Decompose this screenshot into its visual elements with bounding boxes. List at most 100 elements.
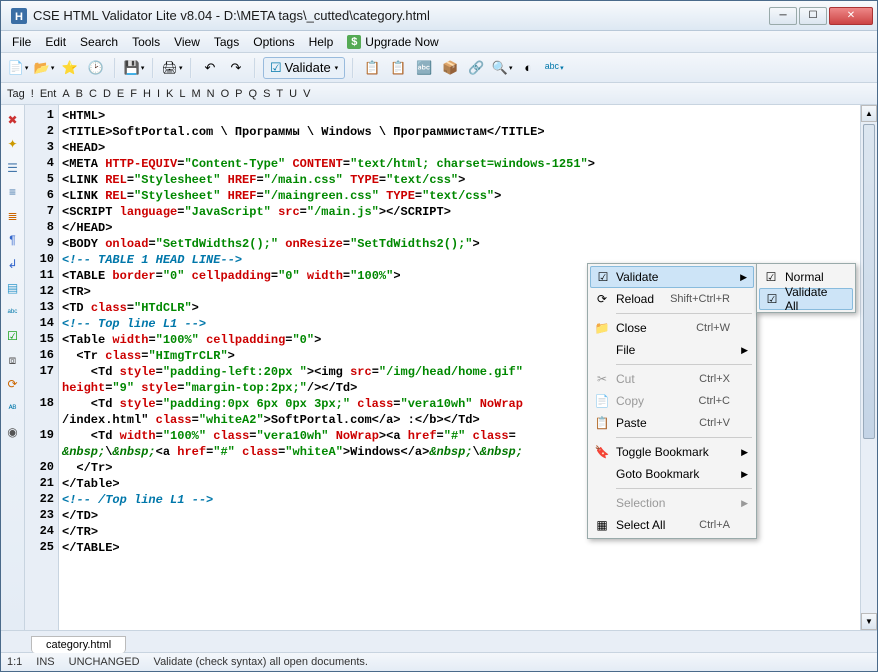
print-button[interactable]: 🖨▾ <box>161 57 183 79</box>
tool-g-button[interactable]: ◐ <box>517 57 539 79</box>
tag-i[interactable]: I <box>157 88 160 100</box>
validate-submenu: ☑Normal ☑Validate All <box>756 263 856 313</box>
vertical-scrollbar[interactable]: ▲ ▼ <box>860 105 877 630</box>
tag-n[interactable]: N <box>207 88 215 100</box>
tool-lines2-icon[interactable]: ≣ <box>4 207 22 225</box>
code-line[interactable]: <LINK REL="Stylesheet" HREF="/main.css" … <box>62 172 857 188</box>
code-line[interactable]: <LINK REL="Stylesheet" HREF="/maingreen.… <box>62 188 857 204</box>
tag-p[interactable]: P <box>235 88 242 100</box>
ctx-selection[interactable]: Selection▶ <box>590 492 754 514</box>
tag-a[interactable]: A <box>62 88 69 100</box>
tag-ent[interactable]: Ent <box>40 88 57 100</box>
line-gutter: 1234567891011121314151617181920212223242… <box>25 105 59 630</box>
tag-tag[interactable]: Tag <box>7 88 25 100</box>
menu-search[interactable]: Search <box>73 33 125 51</box>
ctx-cut[interactable]: ✂CutCtrl+X <box>590 368 754 390</box>
save-button[interactable]: 💾▾ <box>123 57 145 79</box>
close-button[interactable]: ✕ <box>829 7 873 25</box>
tag-d[interactable]: D <box>103 88 111 100</box>
spellcheck-button[interactable]: ᵃᵇᶜ▾ <box>543 57 565 79</box>
tag-o[interactable]: O <box>221 88 230 100</box>
select-all-icon: ▦ <box>594 518 610 532</box>
new-button[interactable]: 📄▾ <box>7 57 29 79</box>
tool-doc-icon[interactable]: ▤ <box>4 279 22 297</box>
ctx-paste[interactable]: 📋PasteCtrl+V <box>590 412 754 434</box>
code-line[interactable]: <META HTTP-EQUIV="Content-Type" CONTENT=… <box>62 156 857 172</box>
tag-k[interactable]: K <box>166 88 173 100</box>
tag-q[interactable]: Q <box>249 88 258 100</box>
validate-button[interactable]: ☑Validate▾ <box>263 57 345 79</box>
undo-button[interactable]: ↶ <box>199 57 221 79</box>
menu-edit[interactable]: Edit <box>38 33 73 51</box>
ctx-reload[interactable]: ⟳ReloadShift+Ctrl+R <box>590 288 754 310</box>
scroll-down-button[interactable]: ▼ <box>861 613 877 630</box>
tag-s[interactable]: S <box>263 88 270 100</box>
ctx-copy[interactable]: 📄CopyCtrl+C <box>590 390 754 412</box>
code-line[interactable]: </TABLE> <box>62 540 857 556</box>
tool-star-icon[interactable]: ✦ <box>4 135 22 153</box>
tool-abc-icon[interactable]: ᵃᵇᶜ <box>4 303 22 321</box>
open-button[interactable]: 📂▾ <box>33 57 55 79</box>
maximize-button[interactable]: ☐ <box>799 7 827 25</box>
tag-l[interactable]: L <box>179 88 185 100</box>
close-doc-icon[interactable]: ✖ <box>4 111 22 129</box>
redo-button[interactable]: ↷ <box>225 57 247 79</box>
tag-t[interactable]: T <box>276 88 283 100</box>
favorites-button[interactable]: ⭐ <box>59 57 81 79</box>
submenu-arrow-icon: ▶ <box>741 498 748 509</box>
menu-options[interactable]: Options <box>246 33 301 51</box>
tag-![interactable]: ! <box>31 88 34 100</box>
code-line[interactable]: <HTML> <box>62 108 857 124</box>
tool-list-icon[interactable]: ☰ <box>4 159 22 177</box>
tool-lines1-icon[interactable]: ≡ <box>4 183 22 201</box>
menu-tools[interactable]: Tools <box>125 33 167 51</box>
scroll-thumb[interactable] <box>863 124 875 439</box>
code-line[interactable]: <BODY onload="SetTdWidths2();" onResize=… <box>62 236 857 252</box>
tag-u[interactable]: U <box>289 88 297 100</box>
tag-m[interactable]: M <box>191 88 200 100</box>
tool-refresh-icon[interactable]: ⟳ <box>4 375 22 393</box>
menu-help[interactable]: Help <box>302 33 341 51</box>
code-line[interactable]: <TITLE>SoftPortal.com \ Программы \ Wind… <box>62 124 857 140</box>
tool-spell-icon[interactable]: ᴬᴮ <box>4 399 22 417</box>
tool-c-button[interactable]: 🔤 <box>413 57 435 79</box>
pilcrow-icon[interactable]: ¶ <box>4 231 22 249</box>
history-button[interactable]: 🕑 <box>85 57 107 79</box>
ctx-toggle-bookmark[interactable]: 🔖Toggle Bookmark▶ <box>590 441 754 463</box>
tag-e[interactable]: E <box>117 88 124 100</box>
search-button[interactable]: 🔍▾ <box>491 57 513 79</box>
minimize-button[interactable]: ─ <box>769 7 797 25</box>
code-line[interactable]: <HEAD> <box>62 140 857 156</box>
ctx-select-all[interactable]: ▦Select AllCtrl+A <box>590 514 754 536</box>
tag-v[interactable]: V <box>303 88 310 100</box>
ctx-goto-bookmark[interactable]: Goto Bookmark▶ <box>590 463 754 485</box>
tag-c[interactable]: C <box>89 88 97 100</box>
tool-check-icon[interactable]: ☑ <box>4 327 22 345</box>
tool-d-button[interactable]: 📦 <box>439 57 461 79</box>
validate-icon: ☑ <box>595 270 611 284</box>
menu-view[interactable]: View <box>167 33 207 51</box>
ctx-validate-all[interactable]: ☑Validate All <box>759 288 853 310</box>
upgrade-button[interactable]: $Upgrade Now <box>340 33 445 51</box>
tool-tree-icon[interactable]: ⧈ <box>4 351 22 369</box>
close-folder-icon: 📁 <box>594 321 610 335</box>
tool-a-button[interactable]: 📋 <box>361 57 383 79</box>
ctx-validate[interactable]: ☑Validate▶ <box>590 266 754 288</box>
file-tab[interactable]: category.html <box>31 636 126 653</box>
menu-tags[interactable]: Tags <box>207 33 246 51</box>
menu-file[interactable]: File <box>5 33 38 51</box>
tag-b[interactable]: B <box>76 88 83 100</box>
tag-f[interactable]: F <box>130 88 137 100</box>
code-line[interactable]: </HEAD> <box>62 220 857 236</box>
wrap-icon[interactable]: ↲ <box>4 255 22 273</box>
ctx-file[interactable]: File▶ <box>590 339 754 361</box>
tool-b-button[interactable]: 📋 <box>387 57 409 79</box>
tool-e-button[interactable]: 🔗 <box>465 57 487 79</box>
ctx-close[interactable]: 📁CloseCtrl+W <box>590 317 754 339</box>
scroll-up-button[interactable]: ▲ <box>861 105 877 122</box>
tag-h[interactable]: H <box>143 88 151 100</box>
tool-palette-icon[interactable]: ◉ <box>4 423 22 441</box>
code-line[interactable]: <SCRIPT language="JavaScript" src="/main… <box>62 204 857 220</box>
titlebar[interactable]: H CSE HTML Validator Lite v8.04 - D:\MET… <box>1 1 877 31</box>
app-window: H CSE HTML Validator Lite v8.04 - D:\MET… <box>0 0 878 672</box>
